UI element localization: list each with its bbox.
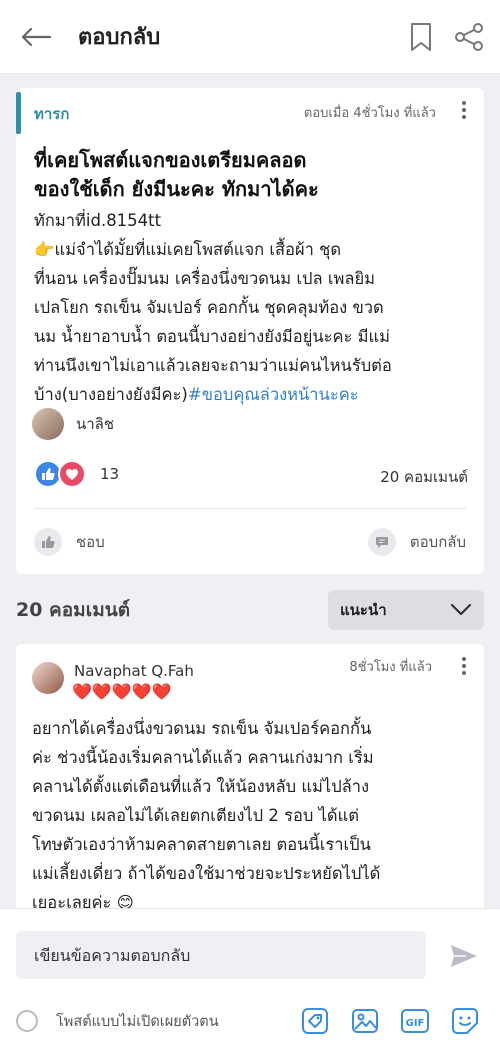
body-line: ที่นอน เครื่องปั๊มนม เครื่องนึ่งขวดนม เป… [34, 269, 375, 288]
sort-selected-value: แนะนำ [340, 601, 387, 619]
comment-line: ค่ะ ช่วงนี้น้องเริ่มคลานได้แล้ว คลานเก่ง… [32, 748, 374, 767]
image-icon[interactable] [350, 1006, 380, 1036]
top-bar: ตอบกลับ [0, 0, 500, 74]
tag-icon[interactable] [300, 1006, 330, 1036]
category-label[interactable]: ทารก [34, 102, 69, 126]
post-author[interactable]: นาลิช [32, 408, 114, 440]
post-time: ตอบเมื่อ 4ชั่วโมง ที่แล้ว [303, 106, 436, 121]
reply-input-wrapper[interactable] [16, 931, 426, 979]
anonymous-label[interactable]: โพสต์แบบไม่เปิดเผยตัวตน [56, 1010, 219, 1033]
avatar[interactable] [32, 662, 64, 694]
body-line: นม น้ำยาอาบน้ำ ตอนนี้บางอย่างยังมีอยู่นะ… [34, 327, 391, 346]
comment-line: ขวดนม เผลอไม่ได้เลยตกเตียงไป 2 รอบ ได้แต… [32, 806, 359, 825]
gif-label: GIF [406, 1018, 425, 1029]
body-line: ท่านนึงเขาไม่เอาแล้วเลยจะถามว่าแม่คนไหนร… [34, 356, 392, 375]
heart-badges: ❤️❤️❤️❤️❤️ [72, 682, 172, 701]
comment-count[interactable]: 20 คอมเมนต์ [380, 465, 468, 489]
bookmark-icon[interactable] [404, 20, 438, 54]
comment-card: Navaphat Q.Fah ❤️❤️❤️❤️❤️ 8ชั่วโมง ที่แล… [16, 644, 484, 914]
comment-bubble-icon [367, 528, 396, 556]
comment-more-icon[interactable] [454, 654, 474, 678]
post-body: ทักมาที่id.8154tt 👉แม่จำได้มั้ยที่แม่เคย… [34, 206, 480, 409]
body-line: ทักมาที่id.8154tt [34, 211, 162, 230]
heart-reaction-icon [58, 460, 86, 488]
comment-line: แม่เลี้ยงเดี่ยว ถ้าได้ของใช้มาช่วยจะประห… [32, 864, 381, 883]
thumbs-up-icon [34, 528, 62, 556]
author-name[interactable]: นาลิช [76, 412, 114, 436]
post-more-icon[interactable] [454, 98, 474, 122]
body-line: เปลโยก รถเข็น จัมเปอร์ คอกกั้น ชุดคลุมท้… [34, 298, 384, 317]
divider [34, 508, 466, 509]
comments-count-label: 20 คอมเมนต์ [16, 599, 131, 621]
reply-label: ตอบกลับ [409, 533, 466, 551]
avatar[interactable] [32, 408, 64, 440]
anonymous-radio[interactable] [16, 1010, 38, 1032]
comment-line: โทษตัวเองว่าห้ามคลาดสายตาเลย ตอนนี้เราเป… [32, 835, 371, 854]
reply-composer: โพสต์แบบไม่เปิดเผยตัวตน GIF [0, 908, 500, 1051]
comment-line: อยากได้เครื่องนึ่งขวดนม รถเข็น จัมเปอร์ค… [32, 719, 372, 738]
like-label: ชอบ [76, 533, 105, 551]
reactions-summary[interactable]: 13 [34, 460, 119, 488]
commenter-name[interactable]: Navaphat Q.Fah [74, 662, 194, 680]
comment-time: 8ชั่วโมง ที่แล้ว [349, 660, 432, 675]
post-card: ทารก ตอบเมื่อ 4ชั่วโมง ที่แล้ว ที่เคยโพส… [16, 88, 484, 574]
post-headline: ที่เคยโพสต์แจกของเตรียมคลอด ของใช้เด็ก ย… [34, 146, 474, 204]
gif-icon[interactable]: GIF [400, 1006, 430, 1036]
reply-input[interactable] [34, 945, 426, 965]
category-accent-bar [16, 92, 21, 134]
headline-line: ของใช้เด็ก ยังมีนะคะ ทักมาได้คะ [34, 177, 319, 201]
share-icon[interactable] [452, 20, 486, 54]
chevron-down-icon [450, 603, 472, 617]
send-icon[interactable] [448, 941, 480, 971]
composer-toolbar: โพสต์แบบไม่เปิดเผยตัวตน GIF [14, 1001, 486, 1041]
comment-line: คลานได้ตั้งแต่เดือนที่แล้ว ให้น้องหลับ แ… [32, 777, 370, 796]
reaction-count: 13 [100, 465, 120, 483]
sticker-icon[interactable] [450, 1006, 480, 1036]
body-line: 👉แม่จำได้มั้ยที่แม่เคยโพสต์แจก เสื้อผ้า … [34, 240, 342, 259]
body-text: บ้าง(บางอย่างยังมีคะ) [34, 385, 188, 404]
post-actions: ชอบ ตอบกลับ [34, 528, 466, 556]
sort-dropdown[interactable]: แนะนำ [328, 590, 484, 630]
back-arrow-icon[interactable] [16, 17, 56, 57]
comments-header: 20 คอมเมนต์ แนะนำ [16, 590, 484, 630]
reply-button[interactable]: ตอบกลับ [367, 528, 466, 556]
page-title: ตอบกลับ [78, 25, 161, 50]
headline-line: ที่เคยโพสต์แจกของเตรียมคลอด [34, 148, 307, 172]
comment-body: อยากได้เครื่องนึ่งขวดนม รถเข็น จัมเปอร์ค… [32, 714, 478, 917]
hashtag-link[interactable]: #ขอบคุณล่วงหน้านะคะ [188, 385, 359, 404]
like-button[interactable]: ชอบ [34, 528, 105, 556]
body-line: บ้าง(บางอย่างยังมีคะ)#ขอบคุณล่วงหน้านะคะ [34, 380, 480, 409]
